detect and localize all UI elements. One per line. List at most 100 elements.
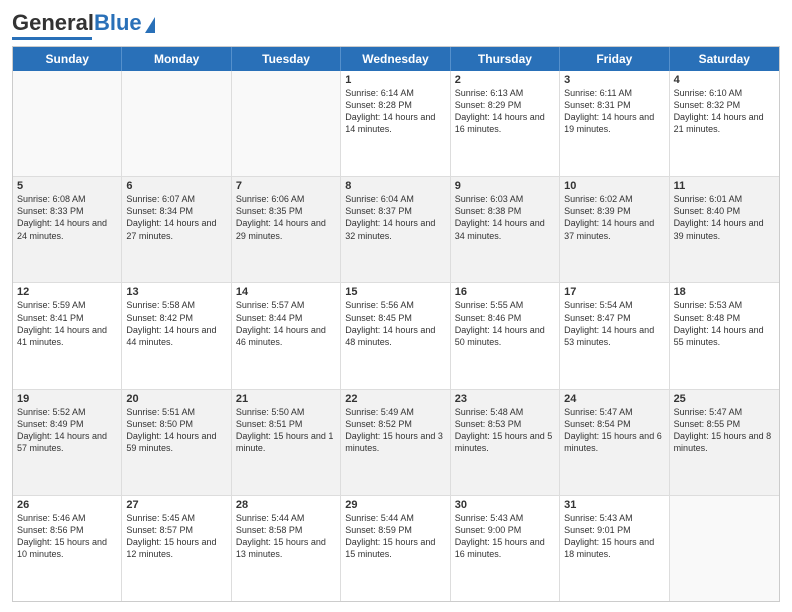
day-number: 27: [126, 499, 226, 511]
day-header-friday: Friday: [560, 47, 669, 71]
day-info: Sunrise: 5:43 AM Sunset: 9:00 PM Dayligh…: [455, 513, 545, 559]
day-number: 17: [564, 286, 664, 298]
day-number: 25: [674, 393, 775, 405]
day-header-saturday: Saturday: [670, 47, 779, 71]
logo-triangle-icon: [145, 17, 155, 33]
calendar-cell-5: 5 Sunrise: 6:08 AM Sunset: 8:33 PM Daylig…: [13, 177, 122, 282]
calendar-cell-19: 19Sunrise: 5:52 AM Sunset: 8:49 PM Dayli…: [13, 390, 122, 495]
day-number: 2: [455, 74, 555, 86]
day-info: Sunrise: 5:45 AM Sunset: 8:57 PM Dayligh…: [126, 513, 216, 559]
day-info: Sunrise: 5:54 AM Sunset: 8:47 PM Dayligh…: [564, 300, 654, 346]
calendar-cell-11: 11Sunrise: 6:01 AM Sunset: 8:40 PM Dayli…: [670, 177, 779, 282]
calendar-cell-15: 15 Sunrise: 5:56 AM Sunset: 8:45 PM Dayli…: [341, 283, 450, 388]
day-info: Sunrise: 6:14 AM Sunset: 8:28 PM Dayligh…: [345, 88, 435, 134]
day-info: Sunrise: 6:13 AM Sunset: 8:29 PM Dayligh…: [455, 88, 545, 134]
day-number: 6: [126, 180, 226, 192]
calendar-cell-30: 30 Sunrise: 5:43 AM Sunset: 9:00 PM Dayli…: [451, 496, 560, 601]
day-info: Sunrise: 5:57 AM Sunset: 8:44 PM Dayligh…: [236, 300, 326, 346]
day-number: 30: [455, 499, 555, 511]
day-number: 10: [564, 180, 664, 192]
logo-blue: Blue: [94, 10, 142, 36]
calendar-cell-1: 1 Sunrise: 6:14 AM Sunset: 8:28 PM Daylig…: [341, 71, 450, 176]
day-info: Sunrise: 5:56 AM Sunset: 8:45 PM Dayligh…: [345, 300, 435, 346]
calendar-row-3: 19Sunrise: 5:52 AM Sunset: 8:49 PM Dayli…: [13, 390, 779, 496]
calendar-cell-10: 10 Sunrise: 6:02 AM Sunset: 8:39 PM Dayli…: [560, 177, 669, 282]
day-number: 22: [345, 393, 445, 405]
day-number: 15: [345, 286, 445, 298]
calendar-header: SundayMondayTuesdayWednesdayThursdayFrid…: [13, 47, 779, 71]
calendar-cell-27: 27 Sunrise: 5:45 AM Sunset: 8:57 PM Dayli…: [122, 496, 231, 601]
calendar-cell-16: 16 Sunrise: 5:55 AM Sunset: 8:46 PM Dayli…: [451, 283, 560, 388]
day-header-sunday: Sunday: [13, 47, 122, 71]
day-number: 9: [455, 180, 555, 192]
day-number: 23: [455, 393, 555, 405]
calendar-cell-14: 14 Sunrise: 5:57 AM Sunset: 8:44 PM Dayli…: [232, 283, 341, 388]
calendar-cell-28: 28Sunrise: 5:44 AM Sunset: 8:58 PM Dayli…: [232, 496, 341, 601]
day-number: 12: [17, 286, 117, 298]
calendar-cell-4: 4Sunrise: 6:10 AM Sunset: 8:32 PM Daylig…: [670, 71, 779, 176]
calendar-cell-22: 22 Sunrise: 5:49 AM Sunset: 8:52 PM Dayli…: [341, 390, 450, 495]
day-info: Sunrise: 5:53 AM Sunset: 8:48 PM Dayligh…: [674, 300, 764, 346]
day-info: Sunrise: 5:48 AM Sunset: 8:53 PM Dayligh…: [455, 407, 553, 453]
calendar-cell-8: 8Sunrise: 6:04 AM Sunset: 8:37 PM Daylig…: [341, 177, 450, 282]
calendar-row-1: 5 Sunrise: 6:08 AM Sunset: 8:33 PM Daylig…: [13, 177, 779, 283]
day-info: Sunrise: 6:11 AM Sunset: 8:31 PM Dayligh…: [564, 88, 654, 134]
day-number: 3: [564, 74, 664, 86]
calendar-cell-empty-0-1: [122, 71, 231, 176]
day-number: 29: [345, 499, 445, 511]
day-info: Sunrise: 5:59 AM Sunset: 8:41 PM Dayligh…: [17, 300, 107, 346]
logo-underline: [12, 37, 92, 40]
day-number: 1: [345, 74, 445, 86]
calendar-cell-empty-0-2: [232, 71, 341, 176]
calendar-cell-26: 26 Sunrise: 5:46 AM Sunset: 8:56 PM Dayli…: [13, 496, 122, 601]
calendar-cell-empty-4-6: [670, 496, 779, 601]
calendar-cell-18: 18 Sunrise: 5:53 AM Sunset: 8:48 PM Dayli…: [670, 283, 779, 388]
calendar-cell-24: 24Sunrise: 5:47 AM Sunset: 8:54 PM Dayli…: [560, 390, 669, 495]
day-info: Sunrise: 6:02 AM Sunset: 8:39 PM Dayligh…: [564, 194, 654, 240]
calendar-cell-17: 17 Sunrise: 5:54 AM Sunset: 8:47 PM Dayli…: [560, 283, 669, 388]
calendar-cell-21: 21 Sunrise: 5:50 AM Sunset: 8:51 PM Dayli…: [232, 390, 341, 495]
day-number: 18: [674, 286, 775, 298]
calendar-cell-2: 2 Sunrise: 6:13 AM Sunset: 8:29 PM Daylig…: [451, 71, 560, 176]
calendar-cell-31: 31Sunrise: 5:43 AM Sunset: 9:01 PM Dayli…: [560, 496, 669, 601]
logo: General Blue: [12, 10, 155, 40]
calendar-cell-23: 23 Sunrise: 5:48 AM Sunset: 8:53 PM Dayli…: [451, 390, 560, 495]
day-header-thursday: Thursday: [451, 47, 560, 71]
day-info: Sunrise: 5:44 AM Sunset: 8:58 PM Dayligh…: [236, 513, 326, 559]
calendar-row-2: 12 Sunrise: 5:59 AM Sunset: 8:41 PM Dayli…: [13, 283, 779, 389]
calendar-cell-20: 20Sunrise: 5:51 AM Sunset: 8:50 PM Dayli…: [122, 390, 231, 495]
day-header-tuesday: Tuesday: [232, 47, 341, 71]
day-number: 26: [17, 499, 117, 511]
calendar: SundayMondayTuesdayWednesdayThursdayFrid…: [12, 46, 780, 602]
day-number: 20: [126, 393, 226, 405]
calendar-cell-3: 3 Sunrise: 6:11 AM Sunset: 8:31 PM Daylig…: [560, 71, 669, 176]
day-info: Sunrise: 5:43 AM Sunset: 9:01 PM Dayligh…: [564, 513, 654, 559]
calendar-cell-13: 13Sunrise: 5:58 AM Sunset: 8:42 PM Dayli…: [122, 283, 231, 388]
calendar-cell-9: 9 Sunrise: 6:03 AM Sunset: 8:38 PM Daylig…: [451, 177, 560, 282]
day-number: 16: [455, 286, 555, 298]
calendar-cell-25: 25 Sunrise: 5:47 AM Sunset: 8:55 PM Dayli…: [670, 390, 779, 495]
day-header-monday: Monday: [122, 47, 231, 71]
day-number: 14: [236, 286, 336, 298]
day-info: Sunrise: 5:46 AM Sunset: 8:56 PM Dayligh…: [17, 513, 107, 559]
day-number: 8: [345, 180, 445, 192]
day-info: Sunrise: 6:08 AM Sunset: 8:33 PM Dayligh…: [17, 194, 107, 240]
calendar-cell-empty-0-0: [13, 71, 122, 176]
day-number: 5: [17, 180, 117, 192]
calendar-body: 1 Sunrise: 6:14 AM Sunset: 8:28 PM Daylig…: [13, 71, 779, 601]
calendar-cell-12: 12 Sunrise: 5:59 AM Sunset: 8:41 PM Dayli…: [13, 283, 122, 388]
day-number: 13: [126, 286, 226, 298]
day-info: Sunrise: 5:55 AM Sunset: 8:46 PM Dayligh…: [455, 300, 545, 346]
day-number: 21: [236, 393, 336, 405]
calendar-row-0: 1 Sunrise: 6:14 AM Sunset: 8:28 PM Daylig…: [13, 71, 779, 177]
header: General Blue: [12, 10, 780, 40]
day-info: Sunrise: 5:49 AM Sunset: 8:52 PM Dayligh…: [345, 407, 443, 453]
day-number: 11: [674, 180, 775, 192]
day-info: Sunrise: 6:03 AM Sunset: 8:38 PM Dayligh…: [455, 194, 545, 240]
calendar-cell-29: 29Sunrise: 5:44 AM Sunset: 8:59 PM Dayli…: [341, 496, 450, 601]
day-info: Sunrise: 5:47 AM Sunset: 8:54 PM Dayligh…: [564, 407, 662, 453]
day-info: Sunrise: 5:47 AM Sunset: 8:55 PM Dayligh…: [674, 407, 772, 453]
day-info: Sunrise: 5:50 AM Sunset: 8:51 PM Dayligh…: [236, 407, 334, 453]
calendar-cell-7: 7Sunrise: 6:06 AM Sunset: 8:35 PM Daylig…: [232, 177, 341, 282]
day-number: 4: [674, 74, 775, 86]
